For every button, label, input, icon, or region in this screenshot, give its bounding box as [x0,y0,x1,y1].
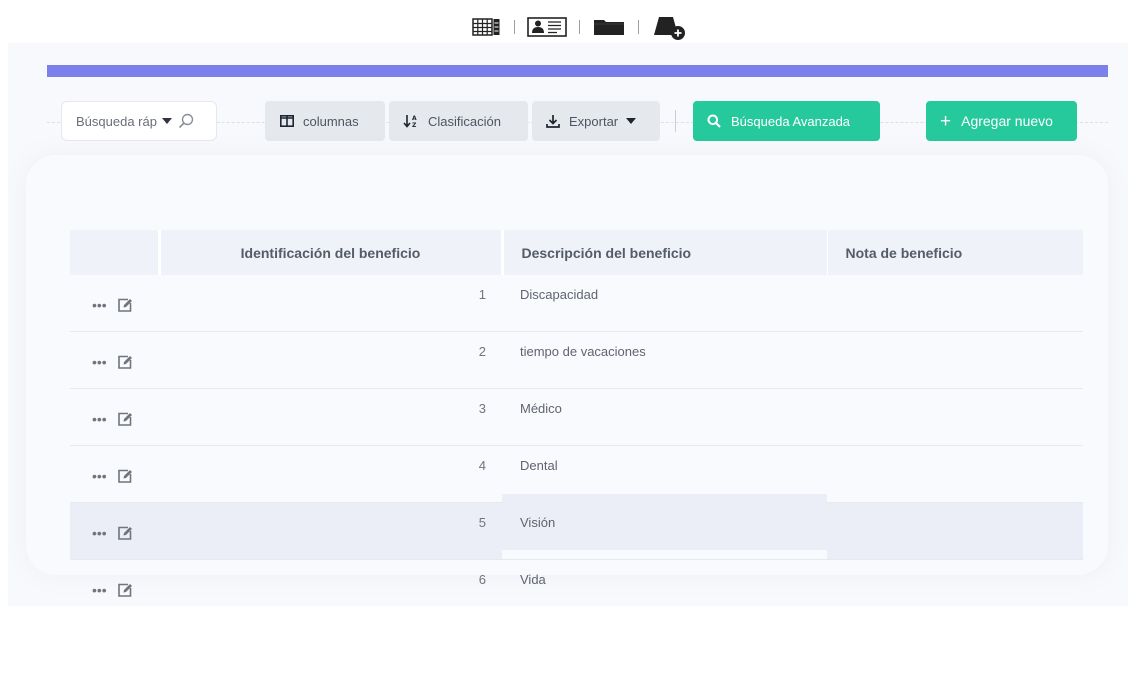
page-bottom-area [0,606,1137,686]
row-actions: ••• [70,388,159,446]
benefit-note-column-header[interactable]: Nota de beneficio [827,230,1083,275]
columns-button[interactable]: columnas [265,101,385,141]
search-icon[interactable] [178,113,194,129]
edit-icon[interactable] [117,468,133,484]
benefit-id-cell: 3 [159,388,502,446]
folder-view-icon[interactable] [592,13,626,41]
divider [579,20,580,34]
benefit-description-cell: tiempo de vacaciones [502,322,827,380]
svg-text:A: A [412,115,417,122]
edit-icon[interactable] [117,525,133,541]
benefit-note-cell [827,502,1083,560]
more-dots-icon[interactable]: ••• [92,583,107,597]
edit-icon[interactable] [117,411,133,427]
columns-icon [280,115,294,127]
plus-icon: + [940,110,952,132]
view-switcher [472,13,687,41]
more-dots-icon[interactable]: ••• [92,469,107,483]
edit-icon[interactable] [117,582,133,598]
advanced-search-label: Búsqueda Avanzada [731,113,851,129]
more-dots-icon[interactable]: ••• [92,526,107,540]
toolbar-divider [675,110,676,132]
benefit-description-cell: Dental [502,436,827,494]
sort-icon: AZ [403,114,419,128]
benefit-id-cell: 2 [159,331,502,389]
sort-label: Clasificación [428,113,501,129]
columns-label: columnas [303,113,359,129]
export-label: Exportar [569,113,619,129]
add-user-view-icon[interactable] [651,13,687,41]
benefit-id-cell: 5 [159,502,502,560]
benefit-id-cell: 4 [159,445,502,503]
benefit-note-cell [827,388,1083,446]
search-icon [707,114,721,128]
benefit-note-cell [827,275,1083,332]
row-actions: ••• [70,331,159,389]
grid-view-icon[interactable] [472,13,502,41]
benefit-description-cell: Vida [502,550,827,608]
quick-search-input[interactable] [76,113,158,129]
row-actions: ••• [70,275,159,332]
benefit-description-cell: Médico [502,379,827,437]
benefit-note-cell [827,331,1083,389]
add-new-label: Agregar nuevo [961,113,1053,129]
actions-column-header [70,230,161,275]
benefit-note-cell [827,445,1083,503]
divider [514,20,515,34]
benefit-description-cell: Discapacidad [502,266,827,323]
row-actions: ••• [70,502,159,560]
sort-button[interactable]: AZ Clasificación [389,101,528,141]
caret-down-icon [626,118,637,124]
more-dots-icon[interactable]: ••• [92,355,107,369]
divider [638,20,639,34]
edit-icon[interactable] [117,297,133,313]
benefit-description-cell: Visión [502,493,827,551]
more-dots-icon[interactable]: ••• [92,412,107,426]
quick-search [61,101,217,141]
add-new-button[interactable]: + Agregar nuevo [926,101,1077,141]
benefits-table: Identificación del beneficio Descripción… [70,230,1083,617]
svg-text:Z: Z [412,122,417,128]
card-view-icon[interactable] [527,13,567,41]
export-button[interactable]: Exportar [532,101,660,141]
accent-bar [47,65,1108,77]
more-dots-icon[interactable]: ••• [92,298,107,312]
edit-icon[interactable] [117,354,133,370]
caret-down-icon[interactable] [162,118,172,124]
benefit-id-column-header[interactable]: Identificación del beneficio [159,230,504,275]
benefit-id-cell: 1 [159,275,502,332]
download-icon [546,114,560,128]
row-actions: ••• [70,445,159,503]
advanced-search-button[interactable]: Búsqueda Avanzada [693,101,880,141]
